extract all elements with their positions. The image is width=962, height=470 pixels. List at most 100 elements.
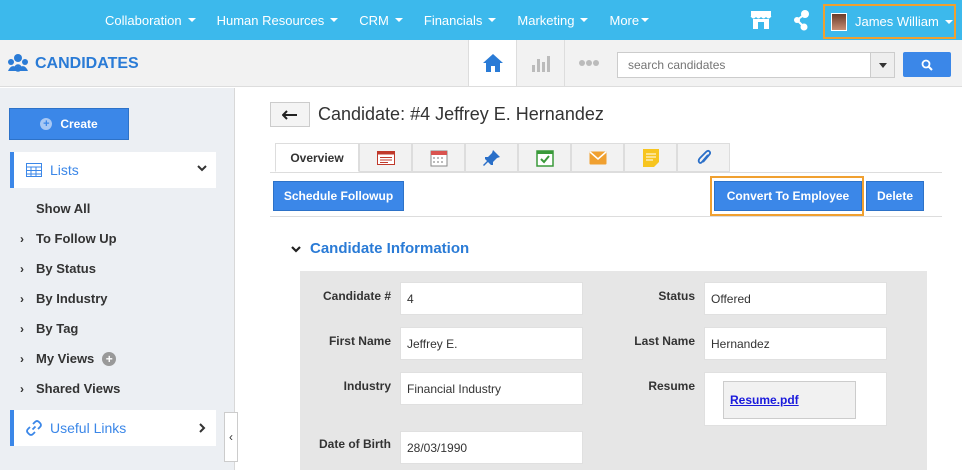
- store-icon[interactable]: [750, 10, 772, 30]
- menu-human-resources[interactable]: Human Resources: [217, 13, 339, 28]
- menu-label: More: [609, 12, 640, 28]
- link-icon: [26, 420, 42, 436]
- sidebar-item-by-tag[interactable]: › By Tag: [20, 321, 78, 336]
- sidebar-item-label: By Status: [36, 261, 96, 276]
- status-field: Offered: [704, 282, 887, 315]
- sidebar-item-to-follow-up[interactable]: › To Follow Up: [20, 231, 117, 246]
- search-dropdown[interactable]: [871, 52, 895, 78]
- add-view-icon[interactable]: +: [102, 351, 117, 366]
- chevron-right-icon: ›: [20, 231, 24, 246]
- menu-label: CRM: [359, 12, 389, 28]
- useful-links-label: Useful Links: [50, 420, 127, 436]
- menu-collaboration[interactable]: Collaboration: [105, 13, 196, 28]
- sidebar-item-label: My Views: [36, 351, 95, 366]
- first-name-label: First Name: [328, 334, 391, 348]
- caret-down-icon: [641, 18, 650, 22]
- sidebar-item-shared-views[interactable]: › Shared Views: [20, 381, 120, 396]
- sidebar-item-label: To Follow Up: [36, 231, 117, 246]
- home-tab[interactable]: [468, 40, 516, 86]
- tab-pin[interactable]: [465, 143, 518, 172]
- search-icon: [921, 59, 933, 71]
- sidebar-item-by-industry[interactable]: › By Industry: [20, 291, 108, 306]
- chevron-left-icon: ‹: [229, 430, 233, 444]
- sidebar-item-show-all[interactable]: Show All: [36, 201, 90, 216]
- search-input[interactable]: [617, 52, 871, 78]
- menu-financials[interactable]: Financials: [424, 13, 497, 28]
- resume-label: Resume: [648, 379, 695, 393]
- search-button[interactable]: [903, 52, 951, 77]
- candidates-icon: [8, 54, 28, 72]
- sidebar-item-by-status[interactable]: › By Status: [20, 261, 96, 276]
- last-name-field: Hernandez: [704, 327, 887, 360]
- sidebar-item-label: By Industry: [36, 291, 108, 306]
- list-grid-icon: [26, 163, 42, 177]
- sidebar-item-my-views[interactable]: › My Views +: [20, 351, 117, 366]
- connect-icon[interactable]: [790, 9, 812, 31]
- tab-tasks[interactable]: [518, 143, 571, 172]
- caret-down-icon: [944, 19, 953, 24]
- bar-chart-icon: [531, 56, 550, 72]
- reports-tab[interactable]: [516, 40, 564, 86]
- menu-more[interactable]: More: [609, 12, 650, 28]
- menu-crm[interactable]: CRM: [359, 13, 403, 28]
- create-button[interactable]: + Create: [9, 108, 129, 140]
- tab-label: Overview: [290, 150, 344, 165]
- view-switcher: [468, 40, 612, 87]
- user-name: James William: [855, 14, 939, 29]
- schedule-followup-button[interactable]: Schedule Followup: [273, 181, 404, 211]
- lists-panel-header[interactable]: Lists: [10, 152, 216, 188]
- tab-email[interactable]: [571, 143, 624, 172]
- last-name-label: Last Name: [634, 334, 695, 348]
- chevron-right-icon: ›: [20, 381, 24, 396]
- tab-overview[interactable]: Overview: [275, 143, 359, 172]
- tab-notes-list[interactable]: [359, 143, 412, 172]
- tab-calendar[interactable]: [412, 143, 465, 172]
- resume-link[interactable]: Resume.pdf: [730, 393, 799, 407]
- home-icon: [482, 54, 503, 72]
- pin-icon: [482, 149, 500, 166]
- useful-links-panel[interactable]: Useful Links: [10, 410, 216, 446]
- calendar-icon: [430, 150, 447, 166]
- chevron-right-icon: ›: [20, 321, 24, 336]
- menu-label: Collaboration: [105, 12, 182, 28]
- status-label: Status: [658, 289, 695, 303]
- chevron-right-icon: [199, 423, 206, 433]
- sidebar-item-label: By Tag: [36, 321, 79, 336]
- chevron-right-icon: ›: [20, 261, 24, 276]
- sidebar: + Create Lists Show All › To Follow Up › B…: [0, 88, 235, 470]
- sidebar-item-label: Shared Views: [36, 381, 121, 396]
- tab-attachments[interactable]: [677, 143, 730, 172]
- search-box: [617, 52, 897, 78]
- back-button[interactable]: [270, 102, 310, 127]
- chevron-right-icon: ›: [20, 351, 24, 366]
- chevron-down-icon: [878, 62, 887, 68]
- dob-field: 28/03/1990: [400, 431, 583, 464]
- avatar: [831, 12, 847, 31]
- resume-attachment: Resume.pdf: [723, 381, 856, 419]
- sidebar-item-label: Show All: [36, 201, 91, 216]
- tab-sticky-notes[interactable]: [624, 143, 677, 172]
- delete-button[interactable]: Delete: [866, 181, 924, 211]
- caret-down-icon: [488, 18, 497, 22]
- dob-label: Date of Birth: [319, 437, 391, 451]
- task-calendar-icon: [535, 149, 554, 167]
- email-icon: [589, 150, 606, 164]
- chevron-down-icon: [291, 245, 301, 253]
- top-nav-bar: Collaboration Human Resources CRM Financ…: [0, 0, 962, 40]
- collapse-sidebar-handle[interactable]: ‹: [224, 412, 238, 462]
- more-tab[interactable]: [564, 40, 612, 86]
- button-label: Delete: [876, 189, 914, 203]
- candidate-info-header[interactable]: Candidate Information: [290, 240, 469, 257]
- menu-label: Financials: [423, 12, 483, 28]
- convert-to-employee-button[interactable]: Convert To Employee: [714, 181, 862, 211]
- chevron-right-icon: ›: [20, 291, 24, 306]
- user-menu[interactable]: James William: [823, 4, 956, 39]
- candidate-no-label: Candidate #: [322, 289, 391, 303]
- chevron-down-icon: [197, 165, 207, 172]
- caret-down-icon: [580, 18, 589, 22]
- candidate-no-field: 4: [400, 282, 583, 315]
- menu-marketing[interactable]: Marketing: [517, 13, 589, 28]
- lists-label: Lists: [50, 162, 79, 178]
- notes-list-icon: [376, 150, 395, 165]
- more-dots-icon: [578, 60, 599, 66]
